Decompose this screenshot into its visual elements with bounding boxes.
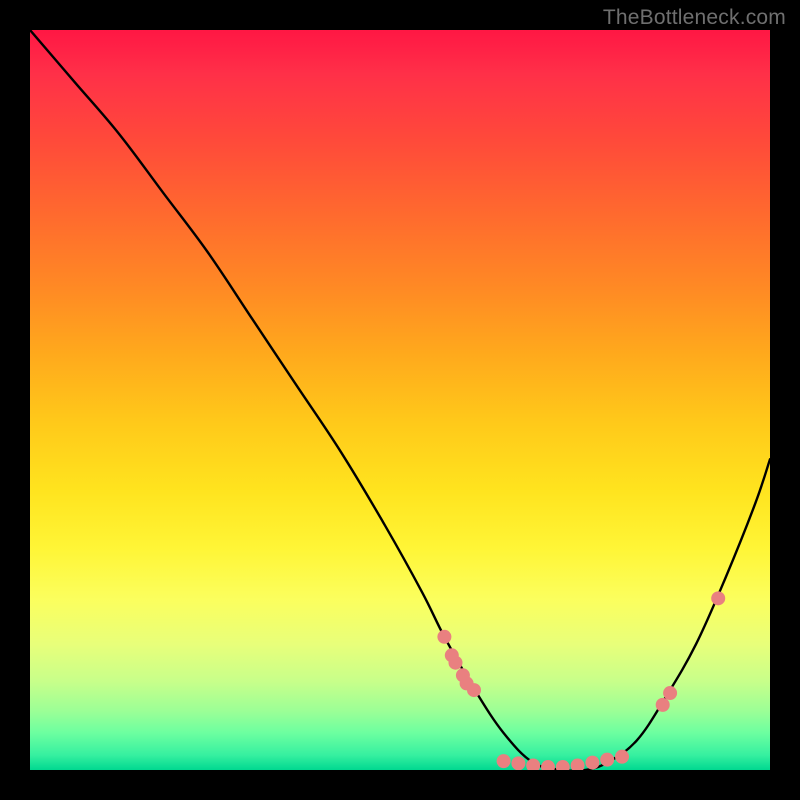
curve-marker <box>663 686 677 700</box>
curve-marker <box>585 756 599 770</box>
chart-stage: TheBottleneck.com <box>0 0 800 800</box>
curve-marker <box>467 683 481 697</box>
bottleneck-curve <box>30 30 770 770</box>
curve-marker <box>497 754 511 768</box>
watermark-text: TheBottleneck.com <box>603 6 786 30</box>
curve-markers <box>437 591 725 770</box>
curve-layer <box>30 30 770 770</box>
curve-marker <box>449 656 463 670</box>
curve-marker <box>571 759 585 770</box>
curve-marker <box>541 760 555 770</box>
curve-marker <box>615 750 629 764</box>
curve-marker <box>437 630 451 644</box>
curve-marker <box>511 756 525 770</box>
curve-marker <box>711 591 725 605</box>
curve-marker <box>600 753 614 767</box>
curve-marker <box>556 760 570 770</box>
curve-marker <box>656 698 670 712</box>
plot-area <box>30 30 770 770</box>
